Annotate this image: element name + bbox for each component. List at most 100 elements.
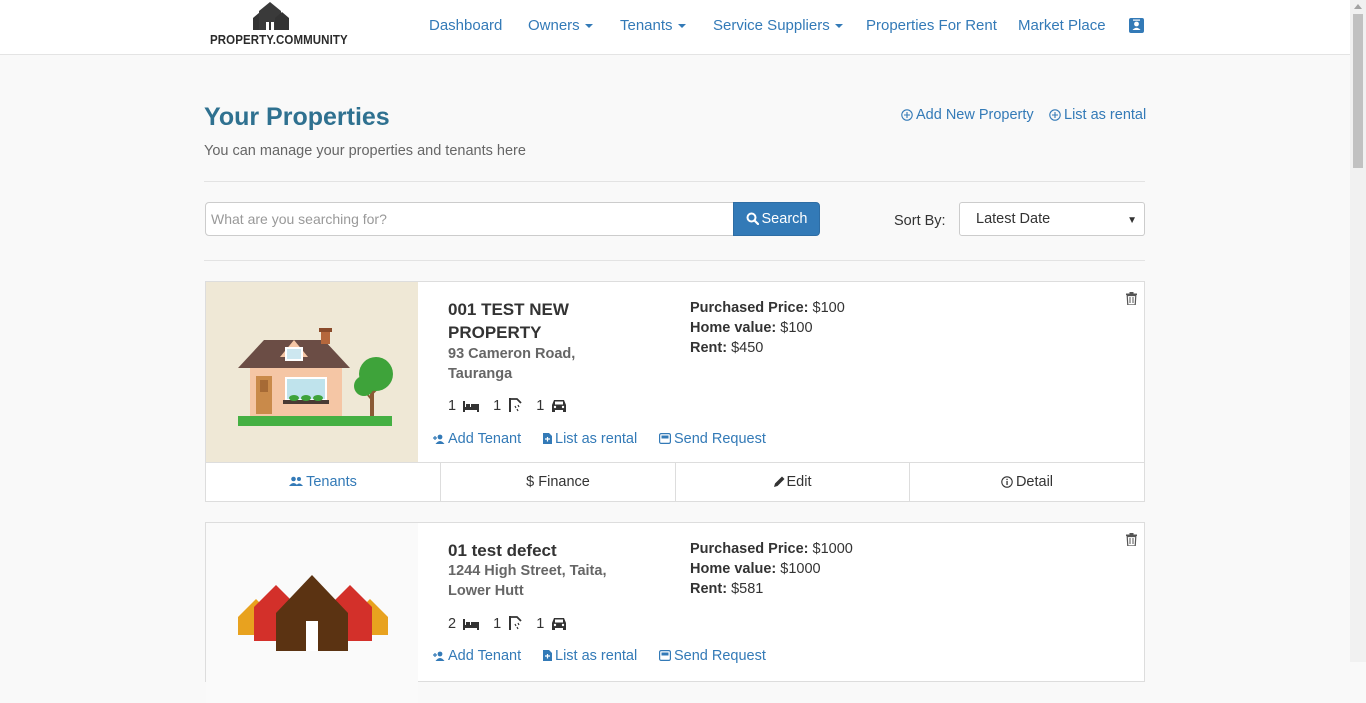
detail-button-label: Detail — [1015, 474, 1054, 490]
bed-icon — [463, 619, 480, 630]
page-subtitle: You can manage your properties and tenan… — [204, 143, 526, 159]
bath-count: 1 — [493, 616, 502, 632]
houses-logo-icon — [238, 575, 388, 651]
add-tenant-label: Add Tenant — [448, 431, 522, 447]
nav-dashboard[interactable]: Dashboard — [429, 17, 502, 34]
car-icon — [552, 400, 567, 412]
list-as-rental-header-label: List as rental — [1064, 107, 1147, 123]
property-image[interactable] — [206, 282, 418, 462]
chevron-down-icon — [584, 24, 593, 29]
divider — [204, 181, 1145, 182]
purchased-price-label: Purchased Price: — [690, 300, 809, 316]
purchased-price-label: Purchased Price: — [690, 541, 809, 557]
brand-name: PROPERTY.COMMUNITY — [210, 33, 348, 47]
parking-count: 1 — [536, 616, 545, 632]
scroll-up-icon[interactable] — [1354, 4, 1362, 9]
list-as-rental-header-link[interactable]: List as rental — [1049, 107, 1146, 123]
finance-button-label: Finance — [538, 474, 590, 490]
chevron-down-icon — [677, 24, 686, 29]
rent-value: $581 — [731, 581, 764, 597]
parking-count: 1 — [536, 398, 545, 414]
trash-icon[interactable] — [1126, 533, 1137, 546]
nav-service-suppliers-dropdown[interactable]: Service Suppliers — [713, 17, 843, 34]
house-logo-icon — [253, 2, 289, 30]
detail-button[interactable]: Detail — [909, 463, 1144, 502]
bed-count: 1 — [448, 398, 457, 414]
pencil-icon — [773, 476, 784, 487]
property-address: 93 Cameron Road, Tauranga — [448, 346, 576, 382]
search-input[interactable] — [205, 202, 734, 236]
purchased-price-value: $1000 — [812, 541, 853, 557]
search-icon — [746, 212, 759, 226]
add-new-property-link[interactable]: Add New Property — [901, 107, 1034, 123]
chevron-down-icon — [834, 24, 843, 29]
nav-owners-dropdown[interactable]: Owners — [528, 17, 593, 34]
dollar-icon: $ — [526, 474, 535, 490]
document-icon — [543, 433, 552, 444]
house-illustration-icon — [238, 328, 393, 426]
finance-button[interactable]: $ Finance — [440, 463, 675, 502]
add-new-property-label: Add New Property — [916, 107, 1034, 123]
dropdown-arrow-icon: ▼ — [1127, 215, 1137, 226]
send-request-label: Send Request — [674, 431, 766, 447]
nav-service-suppliers-label: Service Suppliers — [713, 17, 830, 34]
property-address: 1244 High Street, Taita, Lower Hutt — [448, 563, 607, 599]
home-value-value: $100 — [780, 320, 813, 336]
property-name[interactable]: 001 TEST NEW PROPERTY — [448, 298, 638, 344]
home-value-label: Home value: — [690, 320, 777, 336]
bed-count: 2 — [448, 616, 457, 632]
list-as-rental-label: List as rental — [555, 431, 638, 447]
home-value-value: $1000 — [780, 561, 821, 577]
nav-properties-for-rent[interactable]: Properties For Rent — [866, 17, 997, 34]
property-card: 01 test defect 1244 High Street, Taita, … — [205, 522, 1145, 703]
send-request-link[interactable]: Send Request — [659, 431, 766, 447]
property-features: 2 1 1 — [448, 616, 577, 632]
edit-button[interactable]: Edit — [675, 463, 909, 502]
nav-tenants-label: Tenants — [620, 17, 673, 34]
list-as-rental-link[interactable]: List as rental — [543, 431, 637, 447]
contact-card-icon[interactable] — [1128, 17, 1145, 34]
home-value-label: Home value: — [690, 561, 777, 577]
nav-market-place[interactable]: Market Place — [1018, 17, 1106, 34]
info-circle-icon — [1001, 476, 1013, 488]
plus-circle-icon — [901, 109, 913, 121]
add-tenant-link[interactable]: Add Tenant — [433, 431, 521, 447]
property-stats: Purchased Price: $1000 Home value: $1000… — [690, 539, 853, 599]
message-icon — [659, 650, 672, 662]
add-user-icon — [433, 434, 445, 444]
car-icon — [552, 618, 567, 630]
property-name[interactable]: 01 test defect — [448, 539, 638, 562]
top-navbar: PROPERTY.COMMUNITY Dashboard Owners Tena… — [0, 0, 1350, 55]
property-card: 001 TEST NEW PROPERTY 93 Cameron Road, T… — [205, 281, 1145, 502]
rent-value: $450 — [731, 340, 764, 356]
property-card-footer: Tenants $ Finance Edit Detail — [206, 462, 1144, 502]
nav-tenants-dropdown[interactable]: Tenants — [620, 17, 686, 34]
message-icon — [659, 433, 672, 445]
shower-icon — [509, 398, 522, 412]
scrollbar-thumb[interactable] — [1353, 14, 1363, 168]
brand-logo[interactable]: PROPERTY.COMMUNITY — [209, 2, 348, 48]
property-stats: Purchased Price: $100 Home value: $100 R… — [690, 298, 845, 358]
tenants-button[interactable]: Tenants — [206, 463, 440, 502]
document-icon — [543, 650, 552, 661]
divider — [204, 260, 1145, 261]
nav-owners-label: Owners — [528, 17, 580, 34]
rent-label: Rent: — [690, 340, 728, 356]
search-button-label: Search — [761, 211, 808, 227]
page-scrollbar[interactable] — [1350, 0, 1366, 662]
plus-circle-icon — [1049, 109, 1061, 121]
sort-by-select[interactable]: Latest Date ▼ — [959, 202, 1145, 236]
tenants-button-label: Tenants — [306, 474, 357, 490]
purchased-price-value: $100 — [812, 300, 845, 316]
rent-label: Rent: — [690, 581, 728, 597]
users-icon — [289, 476, 304, 486]
sort-by-value: Latest Date — [976, 211, 1051, 227]
sort-by-label: Sort By: — [894, 213, 946, 229]
shower-icon — [509, 616, 522, 630]
add-user-icon — [433, 651, 445, 661]
trash-icon[interactable] — [1126, 292, 1137, 305]
property-features: 1 1 1 — [448, 398, 577, 414]
property-image[interactable] — [206, 523, 418, 703]
bath-count: 1 — [493, 398, 502, 414]
search-button[interactable]: Search — [733, 202, 820, 236]
